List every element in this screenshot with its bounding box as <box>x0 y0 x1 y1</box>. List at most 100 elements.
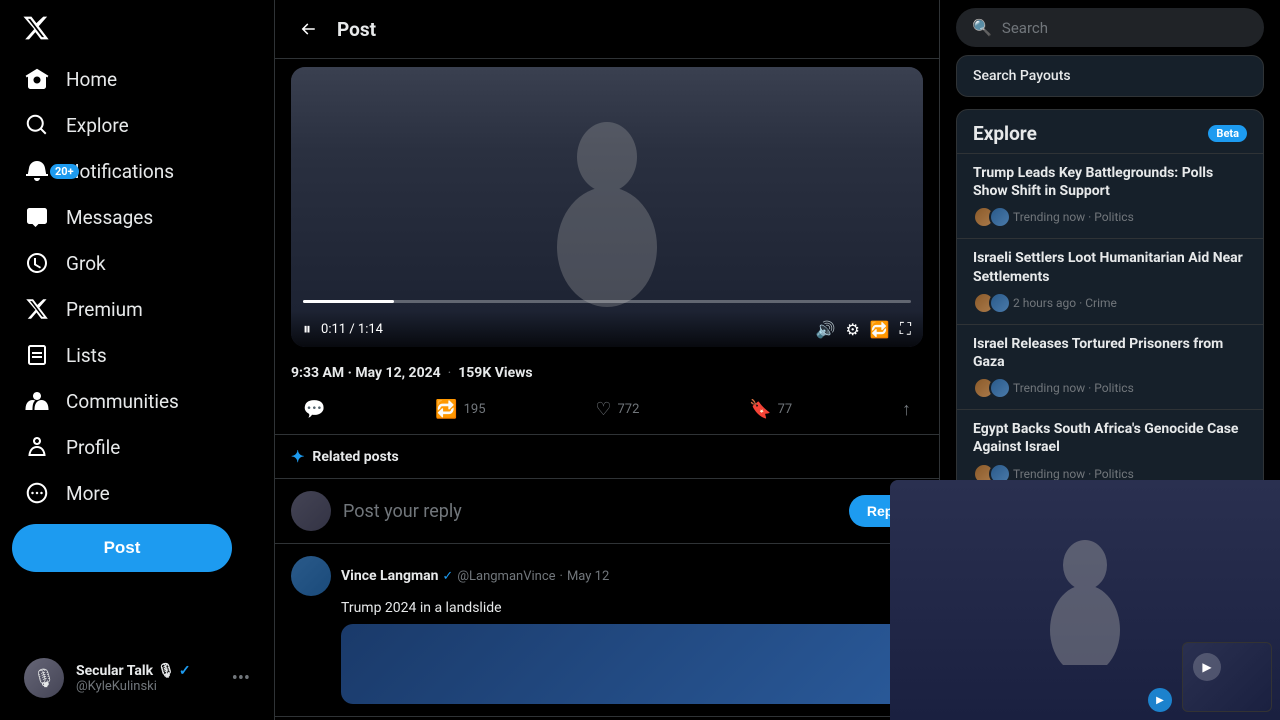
post-header: Post <box>275 0 939 59</box>
sidebar-item-lists[interactable]: Lists <box>12 332 262 378</box>
payouts-label: Search Payouts <box>973 68 1071 84</box>
explore-icon <box>24 112 50 138</box>
comment-icon: 💬 <box>303 399 325 420</box>
sidebar-item-home[interactable]: Home <box>12 56 262 102</box>
retweet-icon: 🔁 <box>435 399 457 420</box>
sidebar-item-grok-label: Grok <box>66 252 106 275</box>
user-menu-dots[interactable]: ••• <box>232 668 250 689</box>
sidebar-item-messages-label: Messages <box>66 206 153 229</box>
explore-item-1-title: Israeli Settlers Loot Humanitarian Aid N… <box>973 249 1247 285</box>
share-button[interactable]: ↑ <box>890 393 923 426</box>
search-box: 🔍 Search <box>956 0 1264 55</box>
sidebar-item-profile-label: Profile <box>66 436 120 459</box>
communities-icon <box>24 388 50 414</box>
avatar: 🎙 <box>24 658 64 698</box>
bookmark-button[interactable]: 🔖 77 <box>737 393 804 426</box>
reply-tweet-avatar <box>291 556 331 596</box>
sidebar-item-notifications[interactable]: 20+ Notifications <box>12 148 262 194</box>
reply-tweet-author-name: Vince Langman <box>341 568 438 584</box>
explore-item-0-avatars <box>973 206 1005 228</box>
explore-avatar <box>989 292 1011 314</box>
sidebar-item-home-label: Home <box>66 68 117 91</box>
profile-icon <box>24 434 50 460</box>
user-profile-area[interactable]: 🎙 Secular Talk 🎙 ✓ @KyleKulinski ••• <box>12 648 262 708</box>
video-progress-bar[interactable] <box>303 300 911 303</box>
video-progress-fill <box>303 300 394 303</box>
retweet-button[interactable]: 🔁 195 <box>423 393 497 426</box>
post-views-label: Views <box>495 365 533 381</box>
payouts-banner[interactable]: Search Payouts <box>956 55 1264 97</box>
explore-avatar <box>989 206 1011 228</box>
reply-tweet-image <box>341 624 923 704</box>
sidebar-item-explore-label: Explore <box>66 114 129 137</box>
settings-button[interactable]: ⚙ <box>846 320 860 339</box>
related-posts-label: Related posts <box>312 449 398 465</box>
retweet-count: 195 <box>464 402 486 417</box>
post-button[interactable]: Post <box>12 524 232 572</box>
sidebar-item-notifications-label: Notifications <box>66 160 174 183</box>
related-posts-icon: ✦ <box>291 447 304 466</box>
explore-title: Explore <box>973 122 1037 145</box>
explore-item-1-meta: 2 hours ago · Crime <box>1013 296 1117 310</box>
explore-item-0-meta: Trending now · Politics <box>1013 210 1134 224</box>
more-icon <box>24 480 50 506</box>
reply-tweet-text: Trump 2024 in a landslide <box>341 600 923 616</box>
sidebar-item-lists-label: Lists <box>66 344 107 367</box>
explore-item-2[interactable]: Israel Releases Tortured Prisoners from … <box>957 324 1263 409</box>
verified-icon: ✓ <box>179 663 191 679</box>
twitter-logo[interactable] <box>12 4 60 52</box>
video-controls: ⏸ 0:11 / 1:14 🔊 ⚙ 🔁 ⛶ <box>291 311 923 347</box>
like-button[interactable]: ♡ 772 <box>583 393 651 426</box>
search-input-wrap[interactable]: 🔍 Search <box>956 8 1264 47</box>
back-button[interactable] <box>291 12 325 46</box>
explore-item-1-avatars <box>973 292 1005 314</box>
post-metadata: 9:33 AM · May 12, 2024 · 159K Views <box>275 355 939 385</box>
grok-icon <box>24 250 50 276</box>
pause-button[interactable]: ⏸ <box>303 319 311 339</box>
page-title: Post <box>337 18 376 41</box>
user-display-name: Secular Talk <box>76 663 153 679</box>
sidebar-item-communities-label: Communities <box>66 390 179 413</box>
comment-button[interactable]: 💬 <box>291 393 337 426</box>
bookmark-icon: 🔖 <box>749 399 771 420</box>
sidebar-item-premium[interactable]: Premium <box>12 286 262 332</box>
explore-item-2-title: Israel Releases Tortured Prisoners from … <box>973 335 1247 371</box>
sidebar-item-messages[interactable]: Messages <box>12 194 262 240</box>
loop-button[interactable]: 🔁 <box>870 320 890 339</box>
reply-placeholder-text[interactable]: Post your reply <box>343 501 837 522</box>
like-count: 772 <box>617 402 639 417</box>
sidebar-item-premium-label: Premium <box>66 298 143 321</box>
search-input[interactable]: Search <box>1002 19 1048 37</box>
explore-item-3-title: Egypt Backs South Africa's Genocide Case… <box>973 420 1247 456</box>
explore-item-1[interactable]: Israeli Settlers Loot Humanitarian Aid N… <box>957 238 1263 323</box>
sidebar-item-more[interactable]: More <box>12 470 262 516</box>
reply-avatar <box>291 491 331 531</box>
fullscreen-button[interactable]: ⛶ <box>900 319 911 339</box>
explore-item-0-title: Trump Leads Key Battlegrounds: Polls Sho… <box>973 164 1247 200</box>
post-date: 9:33 AM · May 12, 2024 <box>291 365 441 381</box>
mute-button[interactable]: 🔊 <box>816 320 836 339</box>
explore-item-0[interactable]: Trump Leads Key Battlegrounds: Polls Sho… <box>957 153 1263 238</box>
home-icon <box>24 66 50 92</box>
explore-item-2-meta: Trending now · Politics <box>1013 381 1134 395</box>
bookmark-count: 77 <box>778 402 793 417</box>
search-icon: 🔍 <box>972 18 992 37</box>
video-player: ⏸ 0:11 / 1:14 🔊 ⚙ 🔁 ⛶ <box>291 67 923 347</box>
post-actions: 💬 🔁 195 ♡ 772 🔖 77 ↑ <box>275 385 939 435</box>
sidebar-item-more-label: More <box>66 482 110 505</box>
floating-video-thumbnail: ▶ <box>1182 642 1272 712</box>
user-handle: @KyleKulinski <box>76 679 220 694</box>
sidebar-item-communities[interactable]: Communities <box>12 378 262 424</box>
sidebar-item-grok[interactable]: Grok <box>12 240 262 286</box>
reply-tweet: Vince Langman ✓ @LangmanVince · May 12 T… <box>275 544 939 717</box>
premium-icon <box>24 296 50 322</box>
floating-next-button[interactable]: ▶ <box>1148 688 1172 712</box>
sidebar-item-profile[interactable]: Profile <box>12 424 262 470</box>
reply-input-area: Post your reply Reply <box>275 479 939 544</box>
left-sidebar: Home Explore 20+ Notifications Messages … <box>0 0 275 720</box>
floating-play-button[interactable]: ▶ <box>1193 653 1221 681</box>
heart-icon: ♡ <box>595 399 611 420</box>
video-time: 0:11 / 1:14 <box>321 322 806 337</box>
sidebar-item-explore[interactable]: Explore <box>12 102 262 148</box>
floating-video-main: ▶ ▶ <box>890 480 1280 720</box>
